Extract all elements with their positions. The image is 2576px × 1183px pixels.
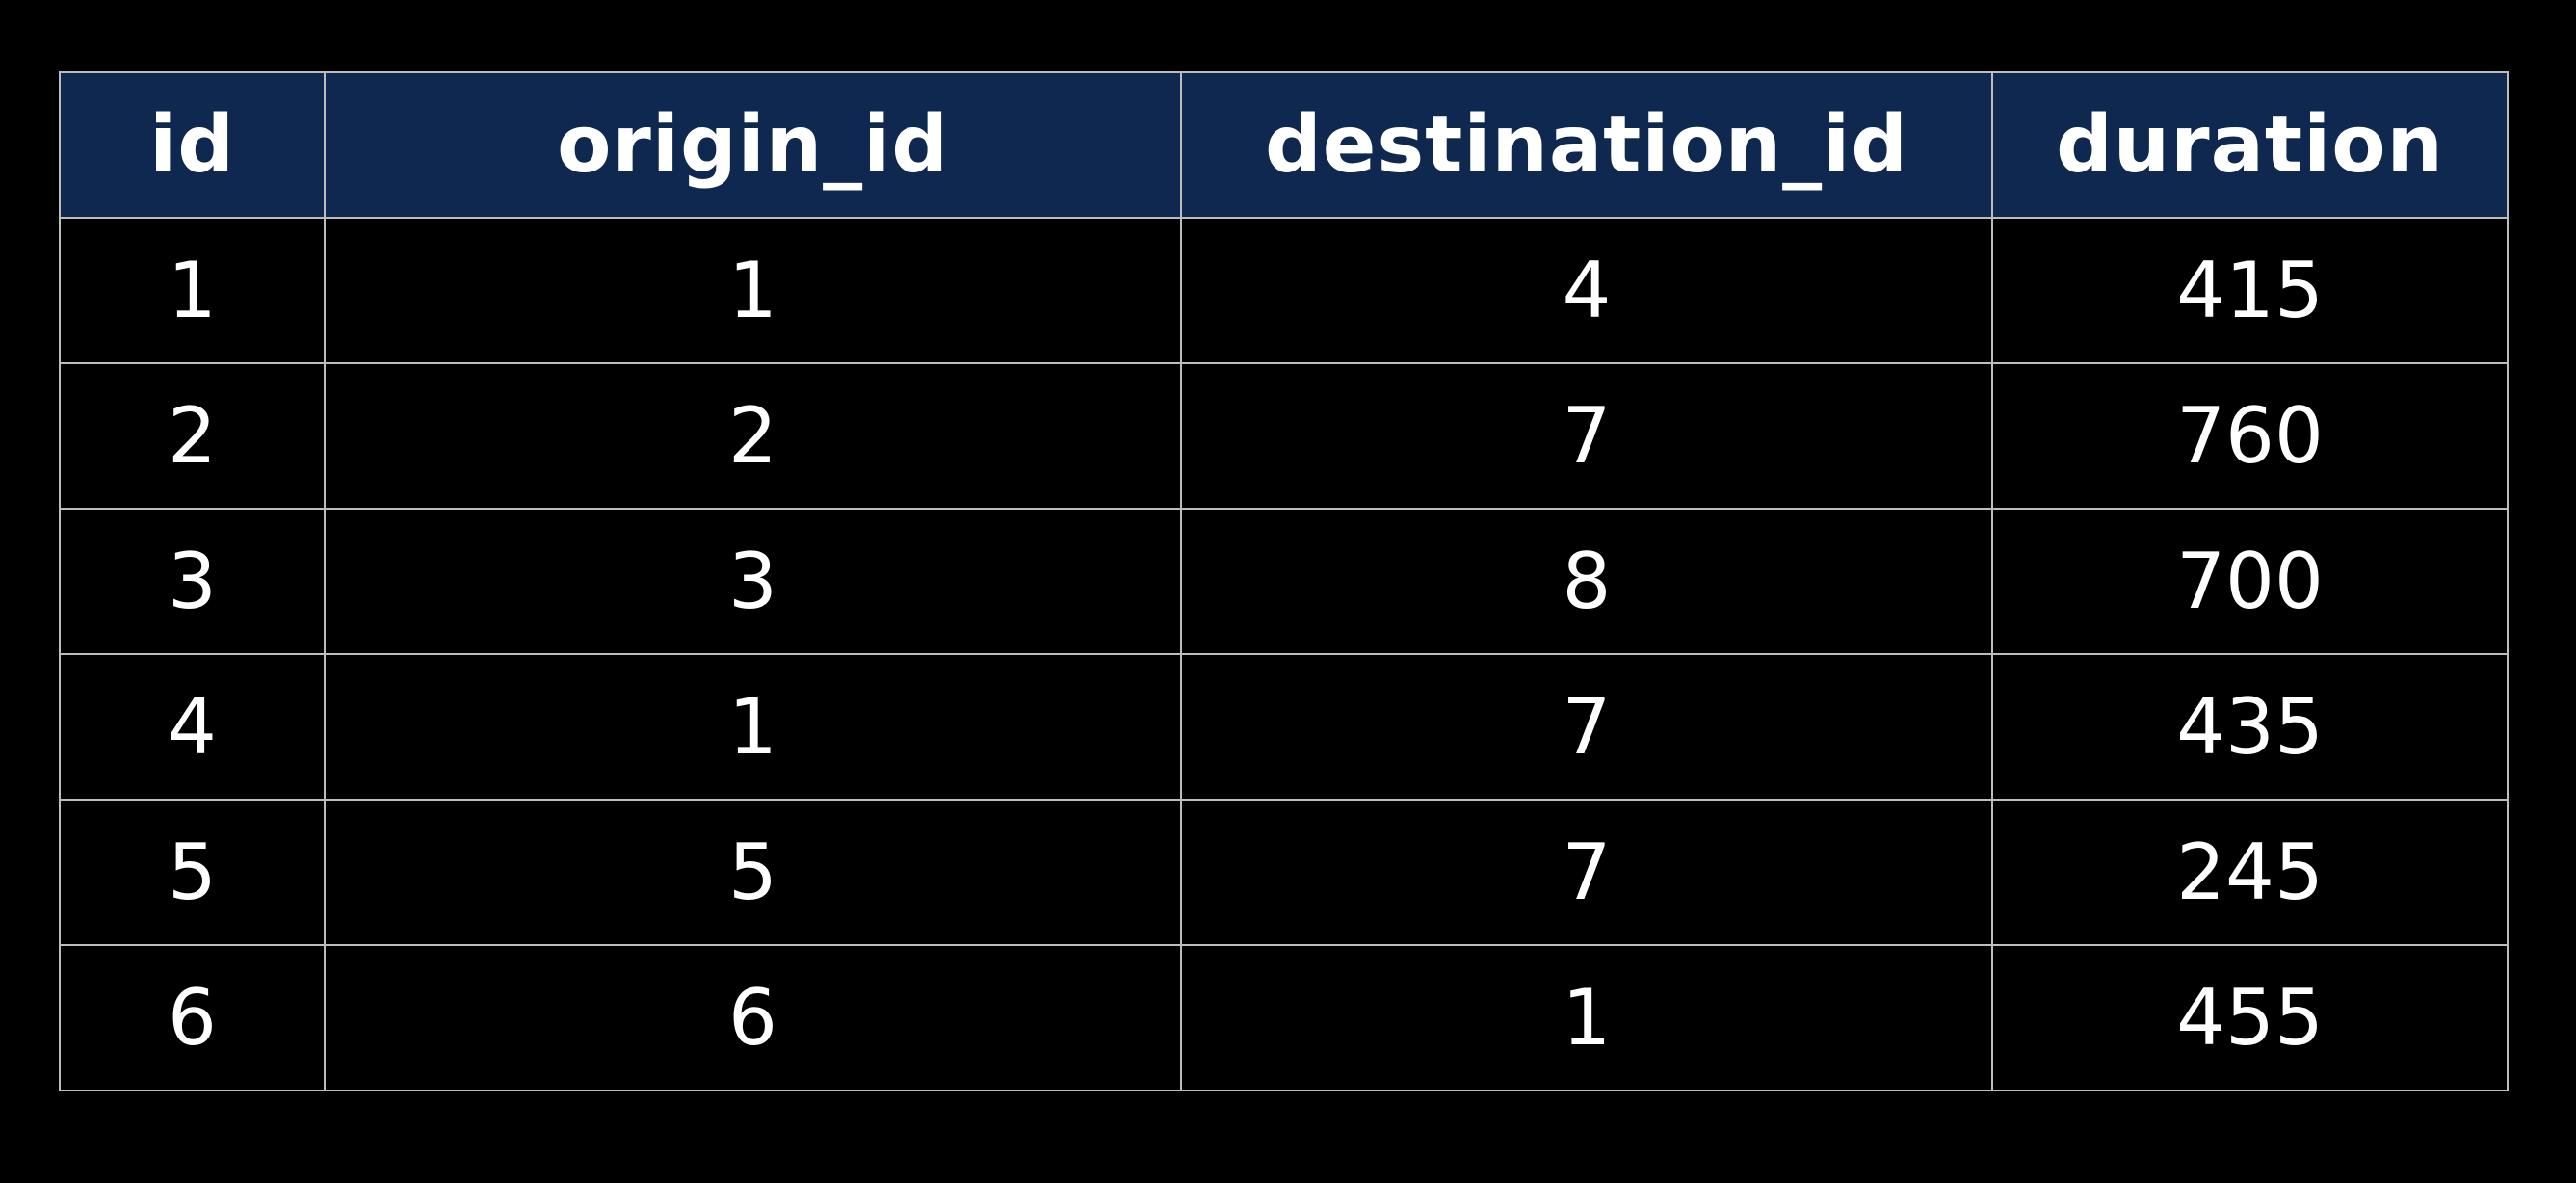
cell-destination-id: 7 (1180, 362, 1993, 510)
cell-id: 2 (59, 362, 326, 510)
table-row: 1 1 4 415 (59, 217, 2509, 364)
cell-origin-id: 6 (324, 944, 1182, 1091)
cell-destination-id: 7 (1180, 799, 1993, 946)
cell-destination-id: 1 (1180, 944, 1993, 1091)
cell-destination-id: 7 (1180, 653, 1993, 801)
column-header-origin-id: origin_id (324, 71, 1182, 219)
table-row: 6 6 1 455 (59, 944, 2509, 1091)
table-header: id origin_id destination_id duration (59, 71, 2509, 219)
table-body: 1 1 4 415 2 2 7 760 3 3 8 700 4 1 7 435 … (59, 217, 2509, 1091)
cell-id: 6 (59, 944, 326, 1091)
table-row: 2 2 7 760 (59, 362, 2509, 510)
cell-id: 5 (59, 799, 326, 946)
cell-destination-id: 8 (1180, 508, 1993, 655)
cell-origin-id: 1 (324, 653, 1182, 801)
slide-canvas: id origin_id destination_id duration 1 1… (0, 0, 2576, 1183)
column-header-duration: duration (1991, 71, 2509, 219)
cell-origin-id: 1 (324, 217, 1182, 364)
cell-origin-id: 3 (324, 508, 1182, 655)
table-row: 4 1 7 435 (59, 653, 2509, 801)
cell-duration: 415 (1991, 217, 2509, 364)
table-row: 3 3 8 700 (59, 508, 2509, 655)
cell-origin-id: 2 (324, 362, 1182, 510)
cell-destination-id: 4 (1180, 217, 1993, 364)
cell-id: 1 (59, 217, 326, 364)
data-table: id origin_id destination_id duration 1 1… (59, 71, 2509, 1091)
column-header-id: id (59, 71, 326, 219)
cell-duration: 760 (1991, 362, 2509, 510)
table-row: 5 5 7 245 (59, 799, 2509, 946)
header-row: id origin_id destination_id duration (59, 71, 2509, 219)
cell-origin-id: 5 (324, 799, 1182, 946)
column-header-destination-id: destination_id (1180, 71, 1993, 219)
cell-duration: 245 (1991, 799, 2509, 946)
cell-duration: 435 (1991, 653, 2509, 801)
cell-duration: 700 (1991, 508, 2509, 655)
cell-duration: 455 (1991, 944, 2509, 1091)
cell-id: 3 (59, 508, 326, 655)
cell-id: 4 (59, 653, 326, 801)
